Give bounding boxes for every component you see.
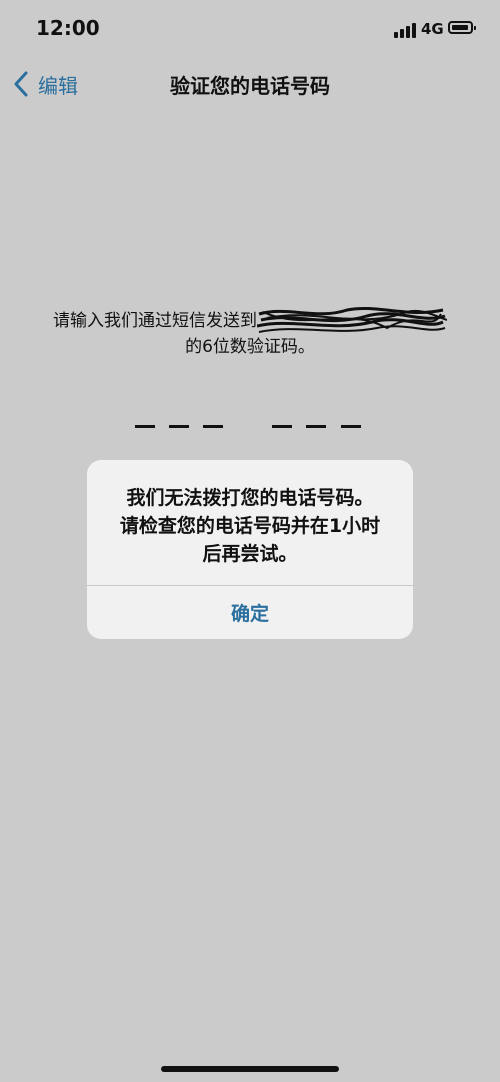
alert-message-line-3: 后再尝试。 (202, 543, 298, 565)
instruction-text: 请输入我们通过短信发送到 的6位数验证码。 (30, 306, 470, 360)
alert-message-line-1: 我们无法拨打您的电话号码。 (126, 487, 374, 509)
redacted-phone-number (257, 306, 447, 333)
signal-icon (394, 22, 418, 38)
page-title: 验证您的电话号码 (170, 74, 330, 98)
alert-message: 我们无法拨打您的电话号码。 请检查您的电话号码并在1小时 后再尝试。 (105, 484, 395, 568)
home-indicator[interactable] (161, 1066, 339, 1072)
confirm-button[interactable]: 确定 (87, 586, 413, 639)
code-digit-5 (306, 425, 326, 428)
code-digit-6 (341, 425, 361, 428)
alert-message-line-2: 请检查您的电话号码并在1小时 (119, 515, 381, 537)
network-label: 4G (421, 20, 444, 38)
code-digit-2 (169, 425, 189, 428)
status-time: 12:00 (36, 16, 100, 40)
code-digit-3 (203, 425, 223, 428)
verification-code-field[interactable] (0, 425, 500, 431)
status-bar: 12:00 4G (0, 0, 500, 60)
instruction-line-1: 请输入我们通过短信发送到 (30, 306, 470, 334)
code-digit-1 (135, 425, 155, 428)
battery-icon (448, 21, 476, 34)
alert-dialog: 我们无法拨打您的电话号码。 请检查您的电话号码并在1小时 后再尝试。 确定 (87, 460, 413, 639)
instruction-line-1-text: 请输入我们通过短信发送到 (53, 311, 257, 331)
code-digit-4 (272, 425, 292, 428)
